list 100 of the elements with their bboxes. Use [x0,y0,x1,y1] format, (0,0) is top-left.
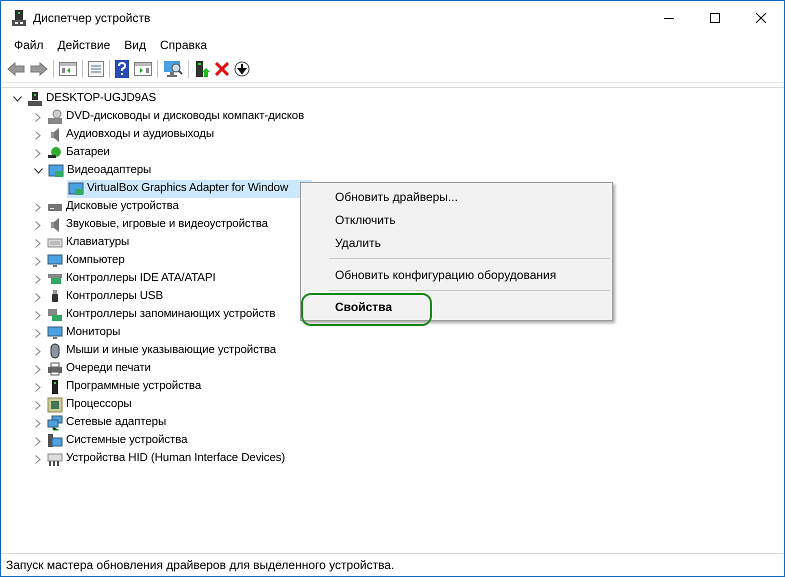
collapse-chevron-icon[interactable] [13,96,22,102]
expand-chevron-icon[interactable] [35,112,41,122]
tree-item-label: Системные устройства [66,433,188,448]
menu-bar-item[interactable]: Файл [7,35,51,55]
tree-item-label: Очереди печати [66,361,151,376]
tree-item-label: Звуковые, игровые и видеоустройства [66,217,268,232]
scan-monitor-icon[interactable] [163,60,183,78]
forward-icon[interactable] [30,62,48,76]
tree-item[interactable]: Видеоадаптеры [47,162,176,180]
disc-drive-icon [47,109,63,125]
expand-chevron-icon[interactable] [35,382,41,392]
expand-chevron-icon[interactable] [35,400,41,410]
tree-item-label: Аудиовходы и аудиовыходы [66,127,214,142]
tree-item[interactable]: Клавиатуры [46,234,154,252]
action-pane-icon[interactable] [134,62,152,76]
tree-item-label: DESKTOP-UGJD9AS [46,91,156,106]
device-manager-icon [11,9,27,27]
tree-item-label: Контроллеры IDE ATA/ATAPI [66,271,216,286]
tree-item-label: Сетевые адаптеры [66,415,166,430]
back-icon[interactable] [7,62,25,76]
tree-item[interactable]: Аудиовходы и аудиовыходы [46,126,238,144]
computer-icon [27,91,43,107]
help-icon[interactable] [115,60,129,78]
battery-plug-icon [47,145,63,161]
tree-item-label: Батареи [66,145,110,160]
monitor-icon [47,325,63,341]
expand-chevron-icon[interactable] [35,130,41,140]
tree-item[interactable]: Мониторы [46,324,144,342]
delete-icon[interactable] [215,62,229,76]
tree-item-label: Процессоры [66,397,132,412]
tree-item[interactable]: VirtualBox Graphics Adapter for Window [67,180,312,198]
printer-icon [47,361,63,377]
tree-item-label: Мыши и иные указывающие устройства [66,343,276,358]
tree-item-label: Клавиатуры [66,235,130,250]
expand-chevron-icon[interactable] [35,436,41,446]
close-icon [756,13,766,23]
tree-item-label: Компьютер [66,253,125,268]
expand-chevron-icon[interactable] [35,346,41,356]
tree-item[interactable]: Контроллеры запоминающих устройств [46,306,300,324]
tree-item-label: Программные устройства [66,379,202,394]
expand-chevron-icon[interactable] [35,292,41,302]
display-adapter-icon [68,181,84,197]
menu-bar-item[interactable]: Действие [50,35,118,55]
expand-chevron-icon[interactable] [35,364,41,374]
processor-chip-icon [47,397,63,413]
tree-item[interactable]: Очереди печати [46,360,175,378]
tree-item[interactable]: Мыши и иные указывающие устройства [46,342,300,360]
tree-item[interactable]: Батареи [46,144,134,162]
maximize-icon [710,13,720,23]
expand-chevron-icon[interactable] [35,256,41,266]
menu-item[interactable]: Обновить конфигурацию оборудования [335,266,556,284]
tree-item[interactable]: Контроллеры IDE ATA/ATAPI [46,270,240,288]
download-icon[interactable] [234,60,250,76]
window-title: Диспетчер устройств [33,10,150,27]
tree-item[interactable]: Процессоры [46,396,156,414]
tree-item-label: Дисковые устройства [66,199,179,214]
status-text: Запуск мастера обновления драйверов для выделенного устройства. [6,557,394,574]
menu-item[interactable]: Обновить драйверы... [335,188,458,206]
properties-icon[interactable] [88,60,104,76]
console-tree-icon[interactable] [59,62,77,76]
expand-chevron-icon[interactable] [35,328,41,338]
tree-item[interactable]: Контроллеры USB [46,288,188,306]
menu-item[interactable]: Удалить [335,234,381,252]
expand-chevron-icon[interactable] [35,238,41,248]
expand-chevron-icon[interactable] [35,202,41,212]
menu-item[interactable]: Отключить [335,210,396,228]
expand-chevron-icon[interactable] [35,220,41,230]
tree-item-label: Контроллеры USB [66,289,164,304]
tree-item[interactable]: DESKTOP-UGJD9AS [26,90,180,108]
tree-item[interactable]: Сетевые адаптеры [46,414,190,432]
update-driver-icon[interactable] [194,60,210,78]
tree-item[interactable]: Устройства HID (Human Interface Devices) [46,450,310,468]
tree-item-label: Контроллеры запоминающих устройств [66,307,276,322]
tree-item[interactable]: DVD-дисководы и дисководы компакт-дисков [46,108,328,126]
keyboard-plug-icon [47,451,63,467]
storage-controller-icon [47,307,63,323]
menu-item[interactable]: Свойства [335,298,392,316]
tree-item[interactable]: Программные устройства [46,378,226,396]
network-icon [47,415,63,431]
menu-bar-item[interactable]: Вид [117,35,153,55]
system-device-icon [47,433,63,449]
tree-item-label: DVD-дисководы и дисководы компакт-дисков [66,109,304,124]
tree-item[interactable]: Компьютер [46,252,149,270]
monitor-icon [47,253,63,269]
tree-item[interactable]: Дисковые устройства [46,198,203,216]
expand-chevron-icon[interactable] [35,310,41,320]
display-adapter-icon [48,163,64,179]
controller-card-icon [47,271,63,287]
tree-item-label: Мониторы [66,325,120,340]
expand-chevron-icon[interactable] [35,148,41,158]
collapse-chevron-icon[interactable] [34,168,43,174]
tree-item-label: VirtualBox Graphics Adapter for Window [87,181,288,196]
tree-item-label: Устройства HID (Human Interface Devices) [66,451,286,466]
tree-item-label: Видеоадаптеры [67,163,152,178]
expand-chevron-icon[interactable] [35,454,41,464]
menu-bar-item[interactable]: Справка [153,35,214,55]
tree-item[interactable]: Звуковые, игровые и видеоустройства [46,216,292,234]
expand-chevron-icon[interactable] [35,274,41,284]
expand-chevron-icon[interactable] [35,418,41,428]
tree-item[interactable]: Системные устройства [46,432,212,450]
